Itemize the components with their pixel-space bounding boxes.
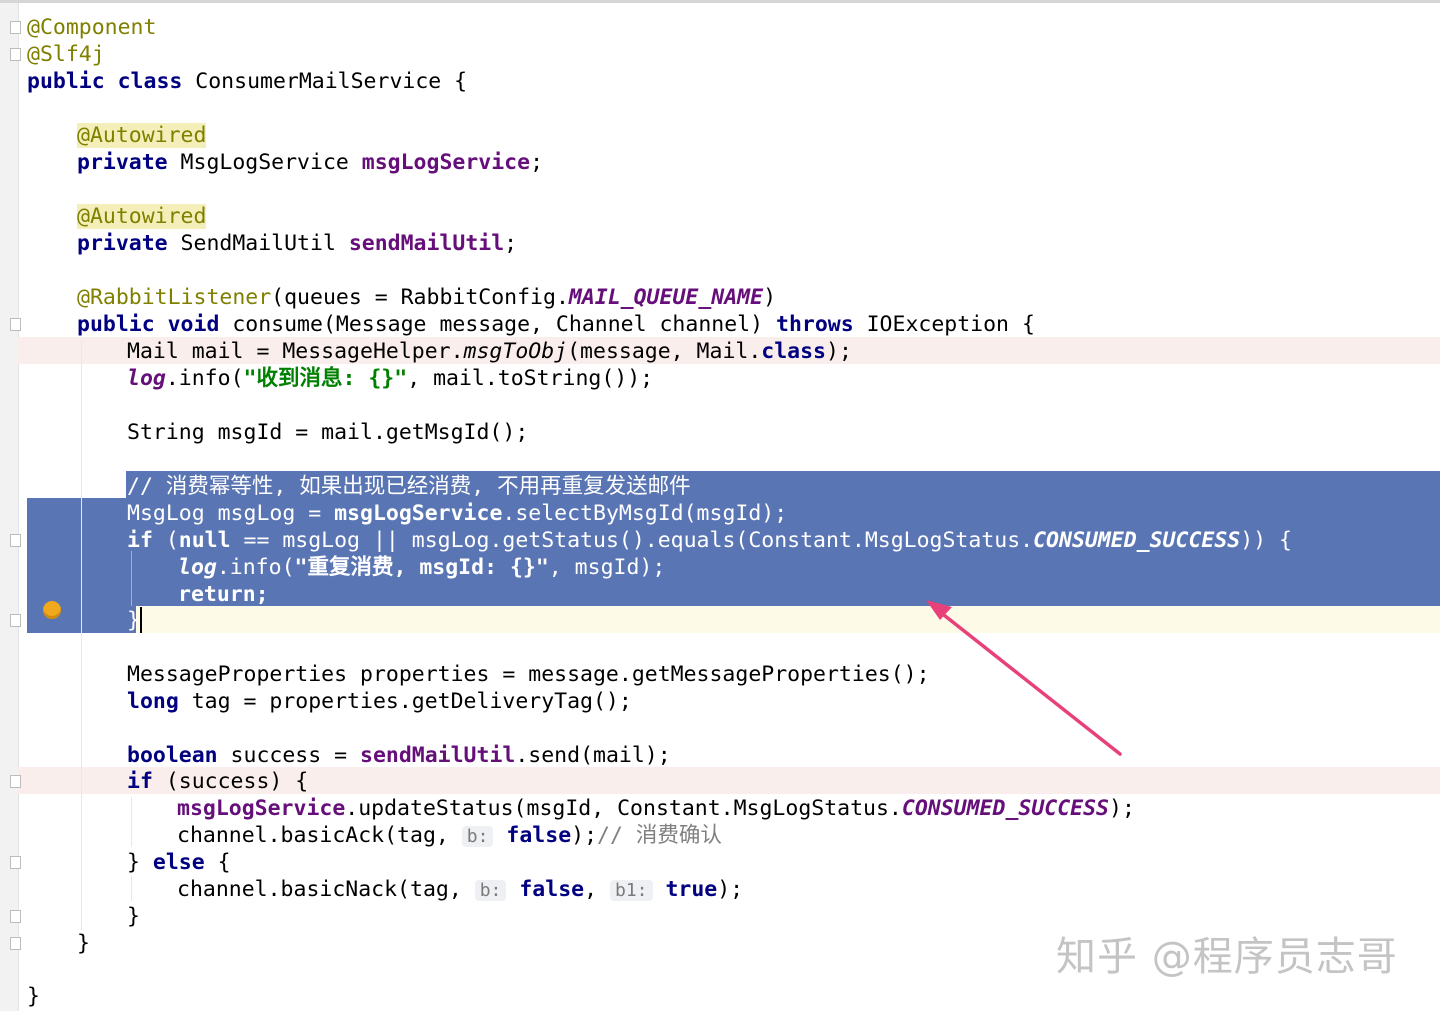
- annotation-arrow: [926, 600, 1122, 756]
- watermark: 知乎 @程序员志哥: [1056, 934, 1398, 980]
